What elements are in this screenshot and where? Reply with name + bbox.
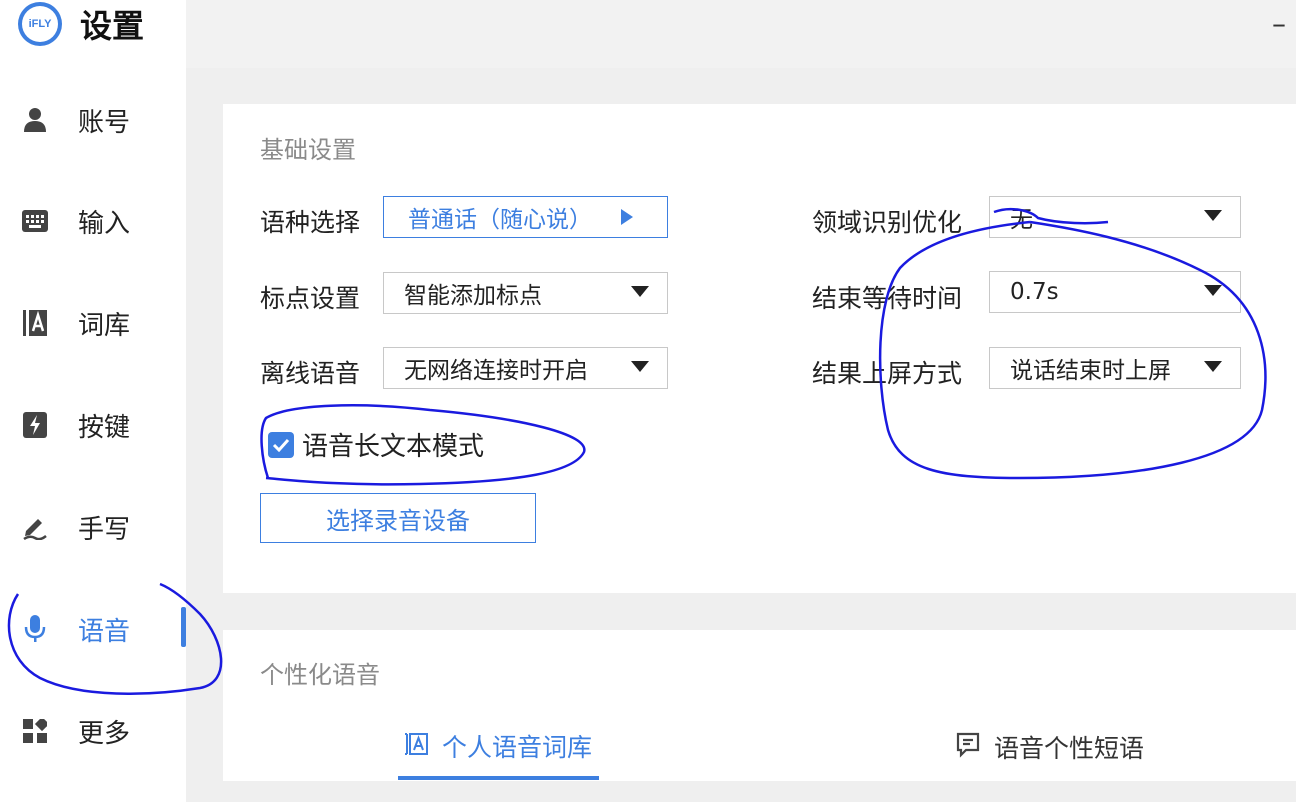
caret-down-icon: [631, 286, 649, 297]
sidebar-item-more[interactable]: 更多: [0, 701, 186, 761]
page-title: 设置: [80, 7, 145, 45]
play-icon: [621, 209, 633, 225]
sidebar-item-keys[interactable]: 按键: [0, 395, 186, 455]
app-header: iFLY 设置: [18, 2, 145, 46]
microphone-icon: [22, 615, 48, 642]
sidebar-item-handwriting[interactable]: 手写: [0, 497, 186, 557]
active-tab-underline: [398, 776, 599, 780]
sidebar-item-label: 账号: [78, 107, 131, 138]
caret-down-icon: [1204, 210, 1222, 221]
basic-settings-title: 基础设置: [260, 136, 356, 164]
sidebar-item-label: 更多: [78, 718, 131, 749]
caret-down-icon: [631, 361, 649, 372]
sidebar-item-label: 按键: [78, 412, 131, 443]
sidebar-item-voice[interactable]: 语音: [0, 599, 186, 659]
language-value: 普通话（随心说）: [408, 207, 592, 233]
wait-time-label: 结束等待时间: [812, 284, 963, 313]
result-mode-select[interactable]: 说话结束时上屏: [989, 347, 1241, 389]
logo-text: iFLY: [22, 6, 58, 42]
sidebar-item-lexicon[interactable]: 词库: [0, 293, 186, 353]
sidebar-item-label: 词库: [78, 310, 131, 341]
grid-icon: [22, 718, 48, 744]
select-recording-device-button[interactable]: 选择录音设备: [260, 493, 536, 543]
keyboard-icon: [22, 208, 48, 234]
language-label: 语种选择: [260, 208, 361, 237]
offline-select[interactable]: 无网络连接时开启: [383, 347, 668, 389]
result-mode-label: 结果上屏方式: [812, 359, 963, 388]
tab-label: 语音个性短语: [994, 734, 1145, 763]
message-icon: [956, 732, 980, 762]
caret-down-icon: [1204, 361, 1222, 372]
punctuation-select[interactable]: 智能添加标点: [383, 272, 668, 314]
long-text-label: 语音长文本模式: [302, 432, 485, 462]
lexicon-icon: [22, 310, 48, 336]
sidebar-item-label: 输入: [78, 208, 131, 239]
personal-voice-title: 个性化语音: [260, 661, 380, 689]
checkmark-icon: [272, 438, 290, 452]
offline-label: 离线语音: [260, 359, 361, 388]
long-text-checkbox[interactable]: [268, 431, 294, 458]
wait-time-select[interactable]: 0.7s: [989, 271, 1241, 313]
ifly-logo: iFLY: [18, 2, 62, 46]
minimize-button[interactable]: –: [1272, 10, 1286, 38]
tab-personal-lexicon[interactable]: 个人语音词库: [404, 728, 592, 764]
pen-icon: [22, 514, 48, 540]
tab-voice-phrases[interactable]: 语音个性短语: [956, 729, 1144, 765]
offline-value: 无网络连接时开启: [404, 358, 588, 384]
punctuation-label: 标点设置: [260, 284, 361, 313]
sidebar-item-account[interactable]: 账号: [0, 90, 186, 150]
title-bar: –: [186, 0, 1296, 68]
domain-select[interactable]: 无: [989, 196, 1241, 238]
punctuation-value: 智能添加标点: [404, 283, 542, 309]
user-icon: [22, 107, 48, 133]
tab-label: 个人语音词库: [442, 733, 593, 762]
sidebar-item-input[interactable]: 输入: [0, 191, 186, 251]
language-select[interactable]: 普通话（随心说）: [383, 196, 668, 238]
wait-time-value: 0.7s: [1010, 279, 1059, 305]
lexicon-icon: [404, 732, 428, 760]
sidebar-item-label: 语音: [78, 616, 131, 647]
long-text-mode-option[interactable]: 语音长文本模式: [268, 426, 484, 463]
caret-down-icon: [1204, 285, 1222, 296]
domain-label: 领域识别优化: [812, 208, 963, 237]
sidebar: iFLY 设置 账号 输入 词库 按键 手写 语音 更多: [0, 0, 186, 802]
sidebar-item-label: 手写: [78, 514, 131, 545]
result-mode-value: 说话结束时上屏: [1010, 358, 1171, 384]
domain-value: 无: [1010, 207, 1033, 233]
lightning-icon: [22, 412, 48, 438]
